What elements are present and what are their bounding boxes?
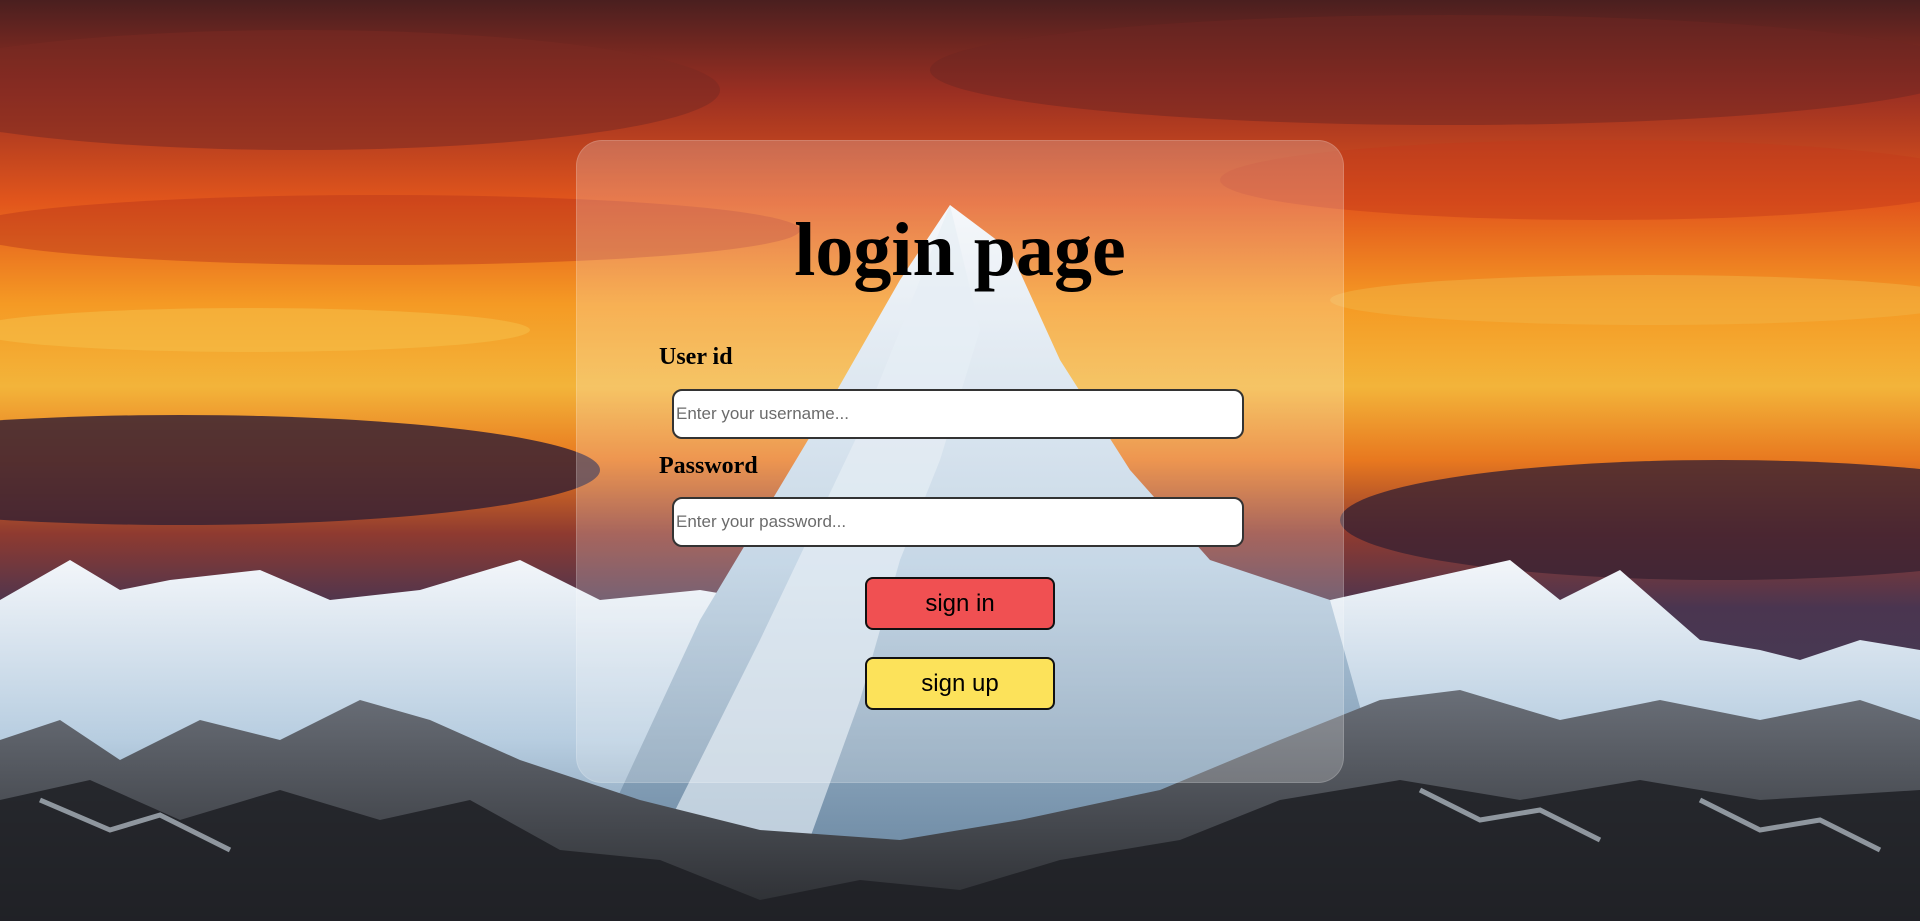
user-id-label: User id	[659, 344, 733, 370]
sign-in-button[interactable]: sign in	[865, 577, 1055, 630]
page-title: login page	[794, 208, 1126, 292]
login-card: login page User id Password sign in sign…	[576, 140, 1344, 783]
username-input[interactable]	[672, 389, 1244, 439]
sign-up-button[interactable]: sign up	[865, 657, 1055, 710]
password-label: Password	[659, 453, 758, 479]
password-input[interactable]	[672, 497, 1244, 547]
